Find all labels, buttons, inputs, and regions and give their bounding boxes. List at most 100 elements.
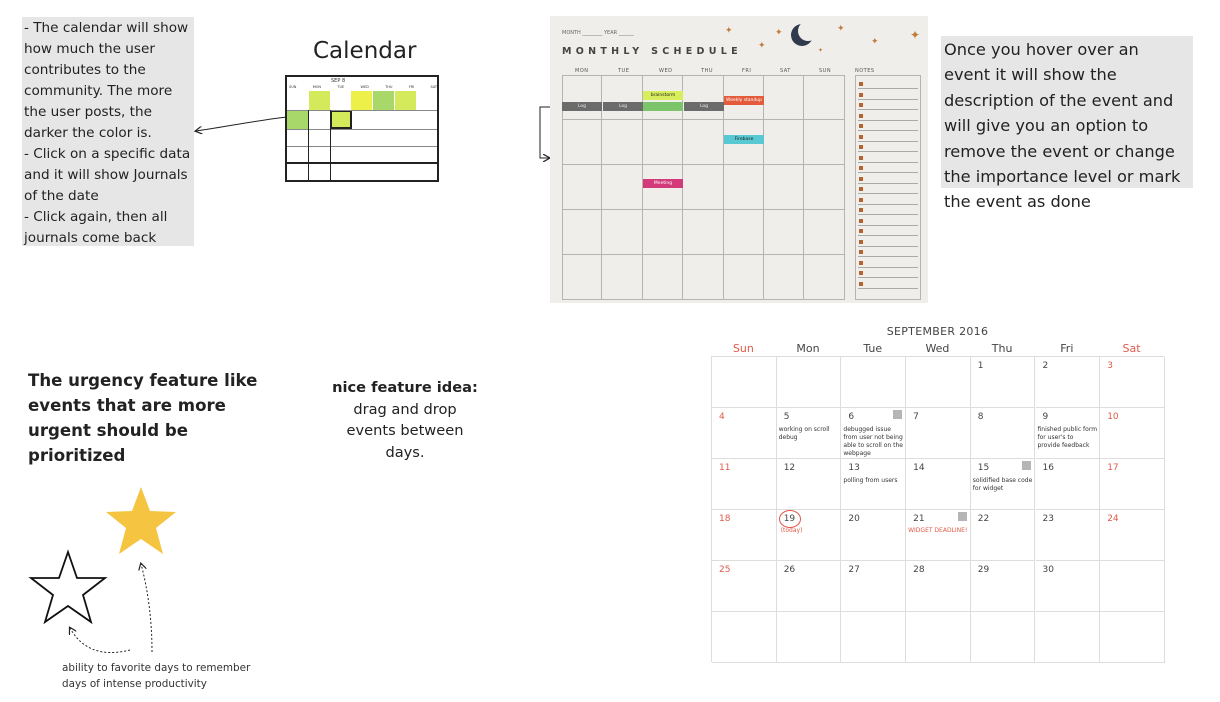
calendar-day-cell[interactable]: 6 debugged issue from user not being able… [841, 408, 907, 459]
event-firebase[interactable]: Firebase [724, 135, 764, 144]
calendar-day-cell[interactable]: 27 [841, 561, 907, 612]
ms-day-cell[interactable] [602, 210, 643, 255]
ms-day-cell[interactable] [683, 120, 724, 165]
ms-day-cell[interactable] [764, 165, 805, 210]
favorite-days-note: ability to favorite days to remember day… [62, 660, 252, 692]
calendar-day-cell[interactable] [776, 612, 842, 663]
urgency-flag-icon[interactable] [957, 512, 967, 521]
star-icon-outline[interactable] [28, 549, 108, 625]
urgency-flag-icon[interactable] [1022, 461, 1032, 470]
ms-day-cell[interactable] [723, 165, 764, 210]
event-log[interactable]: Log [562, 102, 602, 111]
day-cell[interactable] [395, 91, 416, 110]
calendar-day-cell[interactable]: 30 [1035, 561, 1101, 612]
calendar-day-cell[interactable] [906, 612, 971, 663]
calendar-day-cell[interactable]: 29 [970, 561, 1036, 612]
calendar-day-cell[interactable] [841, 612, 907, 663]
calendar-day-cell[interactable] [906, 357, 971, 408]
calendar-day-cell[interactable]: 5 working on scroll debug [776, 408, 842, 459]
calendar-day-cell[interactable] [970, 612, 1036, 663]
ms-day-cell[interactable] [804, 165, 845, 210]
urgency-flag-icon[interactable] [893, 410, 903, 419]
calendar-day-cell[interactable]: 24 [1100, 510, 1165, 561]
calendar-day-cell[interactable] [841, 357, 907, 408]
calendar-day-cell[interactable]: 23 [1035, 510, 1101, 561]
event-unlabeled[interactable] [643, 102, 683, 111]
ms-note-bullet [859, 197, 863, 202]
calendar-day-cell[interactable]: 20 [841, 510, 907, 561]
ms-day-cell[interactable] [602, 165, 643, 210]
calendar-day-cell[interactable]: 2 [1035, 357, 1101, 408]
ms-day-cell[interactable] [683, 210, 724, 255]
calendar-day-cell[interactable]: 25 [712, 561, 777, 612]
ms-day-cell[interactable] [562, 75, 603, 120]
ms-day-cell[interactable] [683, 75, 724, 120]
calendar-day-cell[interactable]: 1 [970, 357, 1036, 408]
event-brainstorm[interactable]: brainstorm [643, 91, 683, 100]
event-weekly-standup[interactable]: Weekly standup [724, 96, 764, 105]
ms-day-cell[interactable] [562, 210, 603, 255]
ms-day-cell[interactable] [804, 120, 845, 165]
ms-day-cell[interactable] [562, 255, 603, 300]
calendar-day-cell[interactable]: 28 [906, 561, 971, 612]
calendar-day-cell[interactable]: 22 [970, 510, 1036, 561]
ms-day-cell[interactable] [804, 255, 845, 300]
ms-day-cell[interactable] [602, 255, 643, 300]
ms-day-cell[interactable] [764, 75, 805, 120]
calendar-day-cell[interactable]: 19 (today) [776, 510, 842, 561]
calendar-day-cell[interactable]: 4 [712, 408, 777, 459]
calendar-day-cell[interactable]: 21 WIDGET DEADLINE! [906, 510, 971, 561]
ms-day-header: MON [575, 68, 589, 74]
calendar-day-cell[interactable]: 11 [712, 459, 777, 510]
calendar-day-cell[interactable]: 13 polling from users [841, 459, 907, 510]
ms-day-cell[interactable] [764, 255, 805, 300]
calendar-day-cell[interactable]: 26 [776, 561, 842, 612]
day-cell[interactable] [351, 91, 372, 110]
day-cell-selected[interactable] [330, 110, 352, 129]
ms-day-cell[interactable] [723, 210, 764, 255]
calendar-day-cell[interactable] [712, 612, 777, 663]
calendar-day-cell[interactable] [1100, 612, 1165, 663]
calendar-day-cell[interactable]: 14 [906, 459, 971, 510]
ms-day-cell[interactable] [562, 165, 603, 210]
ms-day-cell[interactable] [683, 255, 724, 300]
calendar-day-cell[interactable]: 9 finished public form for user's to prov… [1035, 408, 1101, 459]
ms-day-cell[interactable] [642, 255, 684, 300]
ms-day-cell[interactable] [602, 75, 643, 120]
event-log[interactable]: Log [603, 102, 643, 111]
calendar-day-cell[interactable]: 15 solidified base code for widget [970, 459, 1036, 510]
mini-cal-headers: SUN MON TUE WED THU FRI SAT [289, 85, 437, 89]
ms-day-cell[interactable] [804, 75, 845, 120]
ms-day-cell[interactable] [764, 120, 805, 165]
ms-day-cell[interactable] [642, 120, 684, 165]
ms-day-cell[interactable] [562, 120, 603, 165]
calendar-day-cell[interactable] [776, 357, 842, 408]
day-cell[interactable] [309, 91, 330, 110]
moon-cutout [798, 21, 818, 41]
ms-day-cell[interactable] [602, 120, 643, 165]
calendar-day-cell[interactable]: 16 [1035, 459, 1101, 510]
event-log[interactable]: Log [684, 102, 724, 111]
ms-day-cell[interactable] [723, 255, 764, 300]
calendar-day-cell[interactable]: 12 [776, 459, 842, 510]
contribution-calendar[interactable]: SEP 8 SUN MON TUE WED THU FRI SAT [285, 75, 439, 182]
calendar-day-cell[interactable]: 10 [1100, 408, 1165, 459]
day-cell[interactable] [287, 110, 309, 129]
calendar-day-cell[interactable]: 7 [906, 408, 971, 459]
calendar-day-cell[interactable]: 8 [970, 408, 1036, 459]
ms-day-cell[interactable] [804, 210, 845, 255]
calendar-day-cell[interactable] [1035, 612, 1101, 663]
event-meeting[interactable]: Meeting [643, 179, 683, 188]
calendar-day-cell[interactable] [1100, 561, 1165, 612]
calendar-day-cell[interactable]: 18 [712, 510, 777, 561]
ms-day-header: SUN [819, 68, 832, 74]
ms-day-cell[interactable] [683, 165, 724, 210]
star-icon-filled[interactable] [104, 485, 178, 557]
day-cell[interactable] [373, 91, 394, 110]
calendar-day-cell[interactable]: 17 [1100, 459, 1165, 510]
calendar-day-cell[interactable] [712, 357, 777, 408]
ms-day-cell[interactable] [764, 210, 805, 255]
ms-day-cell[interactable] [642, 210, 684, 255]
calendar-day-cell[interactable]: 3 [1100, 357, 1165, 408]
calendar-note-text: - The calendar will show how much the us… [24, 20, 191, 246]
